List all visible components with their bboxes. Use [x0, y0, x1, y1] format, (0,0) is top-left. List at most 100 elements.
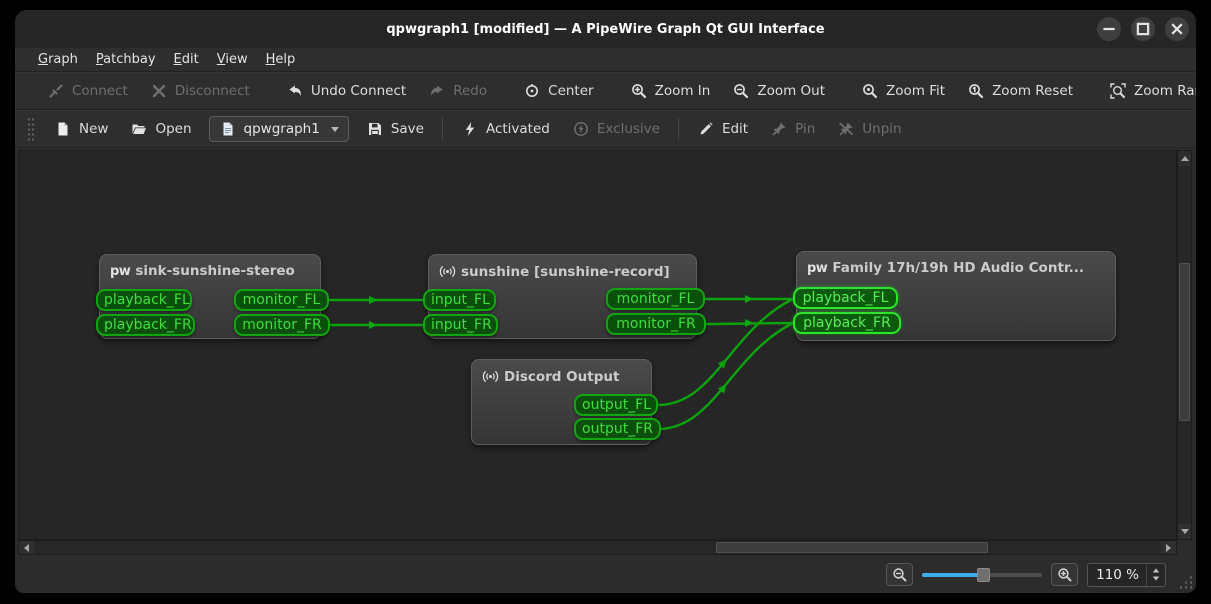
vertical-scrollbar[interactable]: [1177, 150, 1192, 540]
patchbay-profile-value: qpwgraph1: [244, 121, 320, 137]
save-button[interactable]: Save: [355, 114, 435, 144]
broadcast-icon: [439, 263, 456, 280]
node-title: Family 17h/19h HD Audio Contr...: [832, 260, 1084, 276]
undo-connect-button[interactable]: Undo Connect: [275, 76, 417, 106]
port-output-fl[interactable]: output_FL: [574, 394, 658, 416]
port-playback-fl[interactable]: playback_FL: [96, 289, 192, 311]
edit-button[interactable]: Edit: [686, 114, 759, 144]
zoom-in-button[interactable]: Zoom In: [619, 76, 722, 106]
node-title: sink-sunshine-stereo: [135, 263, 295, 279]
new-file-icon: [54, 120, 72, 138]
exclusive-button[interactable]: Exclusive: [561, 114, 671, 144]
activated-icon: [461, 120, 479, 138]
toolbar-drag-handle[interactable]: [27, 117, 34, 141]
zoom-reset-button[interactable]: Zoom Reset: [956, 76, 1084, 106]
open-button[interactable]: Open: [119, 114, 202, 144]
disconnect-button[interactable]: Disconnect: [139, 76, 261, 106]
exclusive-icon: [572, 120, 590, 138]
window-title: qpwgraph1 [modified] — A PipeWire Graph …: [386, 22, 824, 37]
activated-button[interactable]: Activated: [450, 114, 561, 144]
scroll-left-button[interactable]: [19, 541, 34, 554]
scroll-right-button[interactable]: [1161, 541, 1176, 554]
zoom-range-icon: [1109, 82, 1127, 100]
window-controls: [1097, 17, 1189, 41]
zoom-fit-icon: [861, 82, 879, 100]
spin-up-icon: [1153, 569, 1159, 573]
arrow-down-icon: [1181, 529, 1189, 534]
minimize-button[interactable]: [1097, 17, 1121, 41]
zoom-fit-button[interactable]: Zoom Fit: [850, 76, 956, 106]
zoom-percent-spinbox[interactable]: 110 %: [1087, 563, 1166, 587]
vertical-scroll-thumb[interactable]: [1179, 263, 1190, 421]
horizontal-scroll-thumb[interactable]: [716, 542, 988, 553]
scroll-up-button[interactable]: [1178, 151, 1191, 166]
zoom-out-small-button[interactable]: [886, 563, 913, 586]
zoom-slider-handle[interactable]: [977, 568, 990, 582]
save-icon: [366, 120, 384, 138]
connect-icon: [47, 82, 65, 100]
port-monitor-fl[interactable]: monitor_FL: [606, 288, 705, 310]
resize-grip[interactable]: [1179, 576, 1192, 589]
chevron-down-icon: [331, 127, 339, 132]
menu-help[interactable]: Help: [257, 50, 305, 69]
redo-button[interactable]: Redo: [417, 76, 498, 106]
broadcast-icon: [482, 368, 499, 385]
zoom-range-button[interactable]: Zoom Range: [1098, 76, 1196, 106]
zoom-slider[interactable]: [922, 565, 1042, 585]
port-playback-fr[interactable]: playback_FR: [96, 314, 195, 336]
zoom-out-icon: [732, 82, 750, 100]
zoom-slider-empty-track: [982, 573, 1042, 577]
zoom-slider-filled-track: [922, 573, 982, 577]
minimize-icon: [1100, 20, 1118, 38]
port-playback-fl[interactable]: playback_FL: [793, 287, 898, 309]
node-title: sunshine [sunshine-record]: [461, 264, 670, 280]
patchbay-profile-combobox[interactable]: qpwgraph1: [209, 116, 349, 142]
node-title: Discord Output: [504, 369, 619, 385]
menu-edit[interactable]: Edit: [165, 50, 208, 69]
status-bar: 110 %: [15, 556, 1196, 593]
open-folder-icon: [130, 120, 148, 138]
graph-canvas[interactable]: pw sink-sunshine-stereo playback_FL play…: [18, 150, 1177, 540]
zoom-out-button[interactable]: Zoom Out: [721, 76, 836, 106]
menu-patchbay[interactable]: Patchbay: [87, 50, 165, 69]
arrow-up-icon: [1181, 156, 1189, 161]
unpin-button[interactable]: Unpin: [826, 114, 912, 144]
new-button[interactable]: New: [43, 114, 119, 144]
port-input-fl[interactable]: input_FL: [423, 289, 496, 311]
app-window: qpwgraph1 [modified] — A PipeWire Graph …: [15, 10, 1196, 593]
toolbar-separator: [442, 118, 443, 140]
center-button[interactable]: Center: [512, 76, 604, 106]
pipewire-icon: pw: [110, 264, 130, 279]
zoom-in-icon: [1056, 566, 1074, 584]
title-bar[interactable]: qpwgraph1 [modified] — A PipeWire Graph …: [15, 10, 1196, 48]
close-icon: [1168, 20, 1186, 38]
port-monitor-fr[interactable]: monitor_FR: [606, 313, 706, 335]
port-monitor-fr[interactable]: monitor_FR: [234, 314, 330, 336]
patchbay-toolbar: New Open qpwgraph1: [15, 110, 1196, 148]
center-icon: [523, 82, 541, 100]
close-button[interactable]: [1165, 17, 1189, 41]
zoom-in-icon: [630, 82, 648, 100]
undo-icon: [286, 82, 304, 100]
port-playback-fr[interactable]: playback_FR: [793, 312, 901, 334]
redo-icon: [428, 82, 446, 100]
arrow-right-icon: [1166, 544, 1171, 552]
menu-graph[interactable]: Graph: [29, 50, 87, 69]
menu-view[interactable]: View: [208, 50, 257, 69]
spinbox-arrows[interactable]: [1146, 564, 1165, 586]
pipewire-icon: pw: [807, 261, 827, 276]
pin-icon: [770, 120, 788, 138]
horizontal-scrollbar[interactable]: [18, 540, 1177, 555]
scroll-down-button[interactable]: [1178, 524, 1191, 539]
pin-button[interactable]: Pin: [759, 114, 826, 144]
port-input-fr[interactable]: input_FR: [423, 314, 498, 336]
unpin-icon: [837, 120, 855, 138]
zoom-in-small-button[interactable]: [1051, 563, 1078, 586]
connect-button[interactable]: Connect: [36, 76, 139, 106]
zoom-reset-icon: [967, 82, 985, 100]
port-monitor-fl[interactable]: monitor_FL: [234, 289, 329, 311]
maximize-button[interactable]: [1131, 17, 1155, 41]
arrow-left-icon: [24, 544, 29, 552]
port-output-fr[interactable]: output_FR: [574, 418, 661, 440]
edit-icon: [697, 120, 715, 138]
